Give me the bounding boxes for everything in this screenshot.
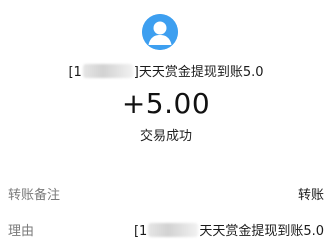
redacted-reason-number: [148, 222, 199, 237]
detail-row-reason: 理由 [1 天天赏金提现到账5.0: [8, 219, 324, 239]
user-avatar-icon: [142, 14, 178, 50]
reason-prefix: [1: [133, 223, 148, 239]
remark-value: 转账: [297, 187, 324, 203]
reason-suffix: 天天赏金提现到账5.0: [199, 223, 324, 239]
title-prefix: [1: [68, 65, 82, 80]
reason-value: [1 天天赏金提现到账5.0: [134, 220, 324, 239]
transaction-status: 交易成功: [139, 129, 192, 144]
transfer-detail-screen: [1 ]天天赏金提现到账5.0 +5.00 交易成功 转账备注 转账 理由 [1 天…: [0, 0, 332, 252]
redacted-account-number: [82, 64, 133, 78]
reason-label: 理由: [8, 223, 35, 239]
title-suffix: ]天天赏金提现到账5.0: [133, 65, 264, 80]
detail-row-remark: 转账备注 转账: [8, 183, 324, 203]
transaction-title: [1 ]天天赏金提现到账5.0: [0, 64, 332, 82]
remark-label: 转账备注: [8, 187, 61, 203]
transaction-amount: +5.00: [121, 87, 211, 120]
